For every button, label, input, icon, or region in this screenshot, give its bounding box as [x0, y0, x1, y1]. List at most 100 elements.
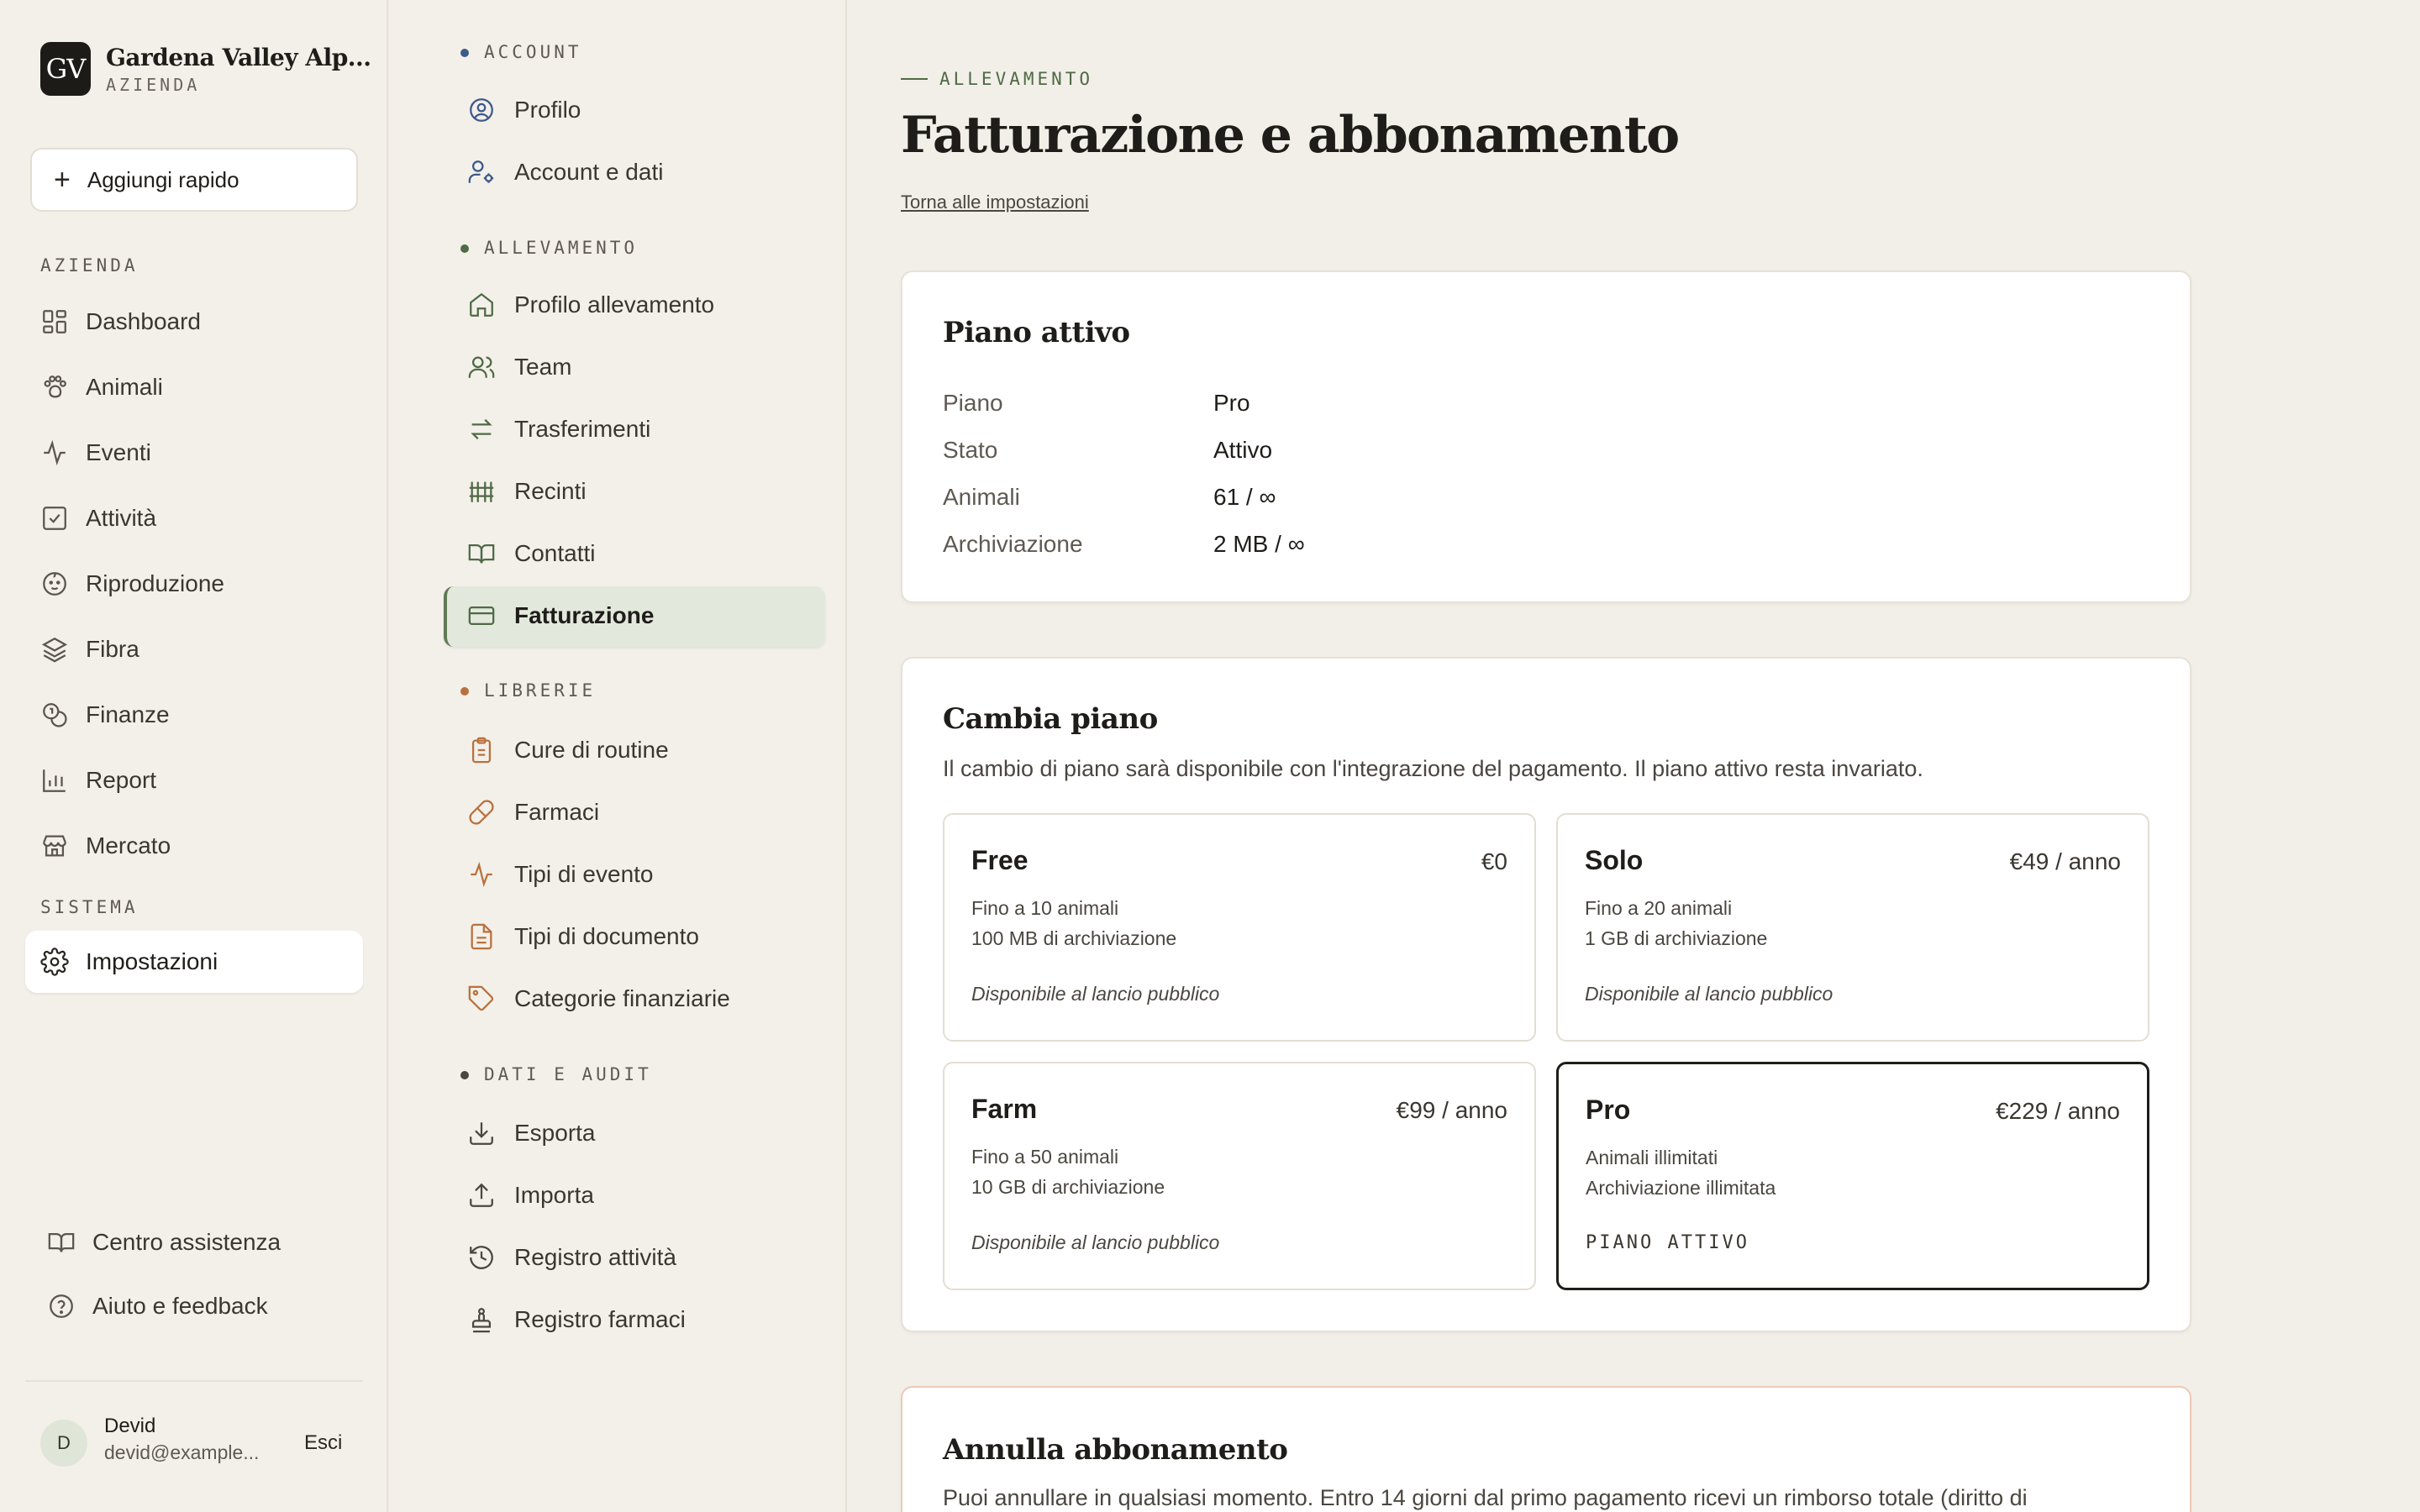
arrows-icon	[467, 415, 496, 444]
quick-add-button[interactable]: + Aggiungi rapido	[30, 148, 358, 212]
sidebar-item-mercato[interactable]: Mercato	[40, 825, 171, 867]
users-icon	[467, 353, 496, 381]
pill-icon	[467, 798, 496, 827]
download-icon	[467, 1119, 496, 1147]
subnav-item-registro-attivita[interactable]: Registro attività	[467, 1236, 676, 1278]
plan-card-free[interactable]: Free €0 Fino a 10 animali 100 MB di arch…	[943, 813, 1536, 1042]
plan-availability: Disponibile al lancio pubblico	[971, 983, 1220, 1005]
subnav-item-label: Esporta	[514, 1120, 596, 1146]
subnav-item-team[interactable]: Team	[467, 346, 571, 388]
sidebar-item-label: Mercato	[86, 832, 171, 858]
fence-icon	[467, 477, 496, 506]
layers-icon	[40, 635, 69, 664]
sidebar-item-label: Finanze	[86, 701, 170, 727]
main-sidebar: GV Gardena Valley Alp... AZIENDA + Aggiu…	[0, 0, 388, 1512]
sidebar-item-report[interactable]: Report	[40, 759, 156, 801]
sidebar-item-eventi[interactable]: Eventi	[40, 432, 151, 474]
brand-subtitle: AZIENDA	[106, 74, 201, 95]
question-circle-icon	[47, 1292, 76, 1320]
sidebar-item-fibra[interactable]: Fibra	[40, 628, 139, 670]
logout-button[interactable]: Esci	[304, 1431, 342, 1455]
subnav-item-label: Farmaci	[514, 799, 600, 825]
paw-icon	[40, 373, 69, 402]
subnav-item-profilo[interactable]: Profilo	[467, 89, 581, 131]
settings-subnav: ACCOUNT Profilo Account e dati ALLEVAMEN…	[390, 0, 847, 1512]
kv-value: Attivo	[1213, 437, 1273, 463]
section-dot	[460, 49, 469, 57]
brand-logo: GV	[40, 42, 91, 96]
subnav-item-label: Registro farmaci	[514, 1306, 686, 1332]
plan-price: €49 / anno	[2009, 848, 2121, 874]
credit-card-icon	[467, 601, 496, 630]
help-feedback-label: Aiuto e feedback	[92, 1293, 268, 1319]
sidebar-item-riproduzione[interactable]: Riproduzione	[40, 563, 224, 605]
subnav-section-dati-e-audit: DATI E AUDIT	[484, 1064, 652, 1084]
section-dot	[460, 244, 469, 253]
subnav-item-importa[interactable]: Importa	[467, 1174, 594, 1216]
eyebrow-label: ALLEVAMENTO	[939, 69, 1094, 89]
subnav-item-profilo-allevamento[interactable]: Profilo allevamento	[467, 284, 714, 326]
sidebar-item-impostazioni[interactable]: Impostazioni	[25, 931, 363, 993]
subnav-section-librerie: LIBRERIE	[484, 680, 597, 701]
plan-card-solo[interactable]: Solo €49 / anno Fino a 20 animali 1 GB d…	[1556, 813, 2149, 1042]
plan-name: Free	[971, 845, 1028, 875]
active-plan-card: Piano attivo Piano Pro Stato Attivo Anim…	[901, 270, 2191, 603]
subnav-item-registro-farmaci[interactable]: Registro farmaci	[467, 1299, 686, 1341]
subnav-item-label: Contatti	[514, 540, 596, 566]
quick-add-label: Aggiungi rapido	[87, 166, 239, 192]
plan-name: Pro	[1586, 1095, 1631, 1125]
sidebar-item-label: Attività	[86, 505, 157, 531]
subnav-item-cure-di-routine[interactable]: Cure di routine	[467, 729, 669, 771]
kv-value: Pro	[1213, 390, 1250, 416]
subnav-item-farmaci[interactable]: Farmaci	[467, 791, 599, 833]
subnav-item-label: Registro attività	[514, 1244, 676, 1270]
plan-feature: 10 GB di archiviazione	[971, 1176, 1165, 1198]
subnav-item-esporta[interactable]: Esporta	[467, 1112, 596, 1154]
card-title: Cambia piano	[943, 702, 1158, 736]
help-feedback-link[interactable]: Aiuto e feedback	[47, 1292, 268, 1320]
sidebar-item-label: Impostazioni	[86, 948, 218, 974]
subnav-item-tipi-di-documento[interactable]: Tipi di documento	[467, 916, 699, 958]
subnav-item-label: Profilo	[514, 97, 581, 123]
card-description: Il cambio di piano sarà disponibile con …	[943, 756, 1923, 781]
grid-icon	[40, 307, 69, 336]
sidebar-item-label: Animali	[86, 374, 163, 400]
document-icon	[467, 922, 496, 951]
user-circle-icon	[467, 96, 496, 124]
card-title: Annulla abbonamento	[943, 1433, 1288, 1467]
kv-value: 61 / ∞	[1213, 484, 1276, 510]
avatar[interactable]: D	[40, 1420, 87, 1467]
subnav-item-label: Recinti	[514, 478, 587, 504]
subnav-item-recinti[interactable]: Recinti	[467, 470, 587, 512]
subnav-item-label: Tipi di documento	[514, 923, 699, 949]
plan-name: Farm	[971, 1094, 1038, 1124]
home-icon	[467, 291, 496, 319]
sidebar-item-dashboard[interactable]: Dashboard	[40, 301, 201, 343]
sidebar-item-attivita[interactable]: Attività	[40, 497, 156, 539]
subnav-item-categorie-finanziarie[interactable]: Categorie finanziarie	[467, 978, 730, 1020]
plan-feature: 100 MB di archiviazione	[971, 927, 1177, 949]
plan-card-pro[interactable]: Pro €229 / anno Animali illimitati Archi…	[1556, 1062, 2149, 1290]
subnav-item-fatturazione[interactable]: Fatturazione	[467, 595, 654, 637]
help-center-link[interactable]: Centro assistenza	[47, 1228, 281, 1257]
section-dot	[460, 687, 469, 696]
plan-price: €0	[1481, 848, 1507, 874]
sidebar-item-animali[interactable]: Animali	[40, 366, 163, 408]
subnav-item-label: Trasferimenti	[514, 416, 651, 442]
user-email: devid@example...	[104, 1441, 260, 1463]
kv-label: Piano	[943, 390, 1003, 416]
change-plan-card: Cambia piano Il cambio di piano sarà dis…	[901, 657, 2191, 1332]
subnav-item-account-e-dati[interactable]: Account e dati	[467, 151, 663, 193]
back-to-settings-link[interactable]: Torna alle impostazioni	[901, 192, 1089, 213]
subnav-item-label: Team	[514, 354, 572, 380]
subnav-item-label: Cure di routine	[514, 737, 669, 763]
user-cog-icon	[467, 158, 496, 186]
subnav-item-tipi-di-evento[interactable]: Tipi di evento	[467, 853, 654, 895]
brand[interactable]: GV Gardena Valley Alp... AZIENDA	[40, 42, 371, 96]
subnav-item-label: Profilo allevamento	[514, 291, 715, 318]
plan-card-farm[interactable]: Farm €99 / anno Fino a 50 animali 10 GB …	[943, 1062, 1536, 1290]
sidebar-item-finanze[interactable]: Finanze	[40, 694, 170, 736]
subnav-item-trasferimenti[interactable]: Trasferimenti	[467, 408, 650, 450]
subnav-item-contatti[interactable]: Contatti	[467, 533, 596, 575]
plan-feature: Fino a 10 animali	[971, 897, 1119, 919]
